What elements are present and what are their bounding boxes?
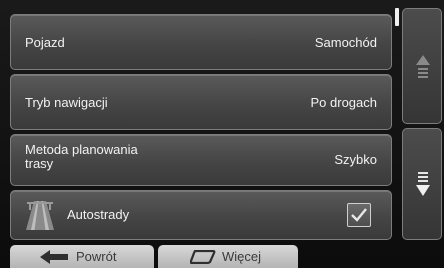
route-planning-method-label: Metoda planowania trasy (25, 143, 185, 171)
highways-row[interactable]: Autostrady (10, 190, 392, 240)
back-button[interactable]: Powrót (10, 245, 154, 268)
scrollbar-thumb[interactable] (395, 8, 399, 26)
settings-screen: Pojazd Samochód Tryb nawigacji Po drogac… (0, 0, 444, 268)
checkmark-icon (351, 208, 367, 222)
more-button[interactable]: Więcej (158, 245, 298, 268)
route-planning-label-line1: Metoda planowania (25, 142, 138, 157)
highway-icon (25, 199, 55, 231)
vehicle-value: Samochód (314, 35, 377, 50)
scroll-up-button[interactable] (402, 8, 442, 124)
arrow-left-icon (40, 250, 68, 264)
route-planning-method-value: Szybko (334, 152, 377, 167)
highways-label: Autostrady (67, 207, 130, 222)
route-planning-method-row[interactable]: Metoda planowania trasy Szybko (10, 134, 392, 186)
scroll-down-arrow-icon (416, 172, 430, 196)
vehicle-label: Pojazd (25, 35, 65, 50)
highways-checkbox[interactable] (347, 203, 371, 227)
navigation-mode-value: Po drogach (310, 95, 378, 110)
navigation-mode-row[interactable]: Tryb nawigacji Po drogach (10, 74, 392, 130)
more-icon (190, 250, 216, 264)
more-label: Więcej (222, 249, 262, 264)
navigation-mode-label: Tryb nawigacji (25, 95, 108, 110)
back-label: Powrót (76, 249, 117, 264)
vehicle-setting-row[interactable]: Pojazd Samochód (10, 14, 392, 70)
scroll-up-arrow-icon (416, 55, 430, 78)
route-planning-label-line2: trasy (25, 156, 54, 171)
scroll-down-button[interactable] (402, 128, 442, 240)
